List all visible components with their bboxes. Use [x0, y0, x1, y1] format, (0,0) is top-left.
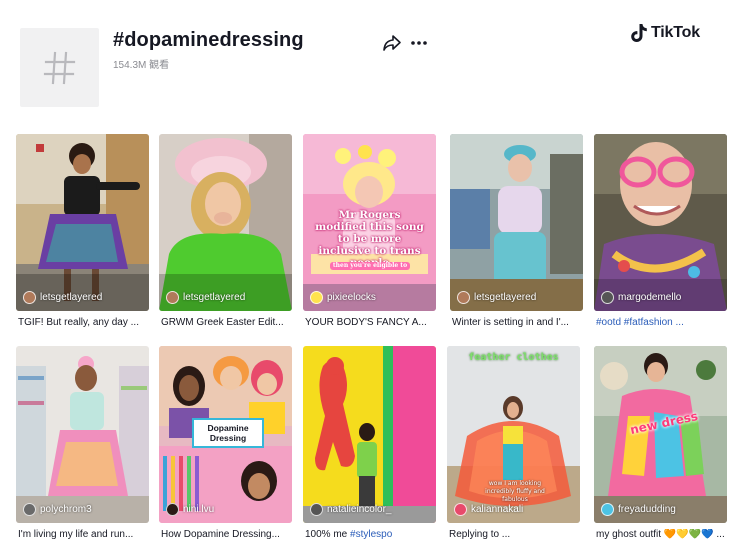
hashtag-avatar: [20, 28, 99, 107]
share-button[interactable]: [382, 33, 402, 53]
avatar: [601, 291, 614, 304]
video-caption[interactable]: YOUR BODY'S FANCY A...: [305, 317, 438, 328]
video-author[interactable]: polychrom3: [23, 503, 92, 516]
author-name: freyadudding: [618, 504, 676, 515]
video-still-image: [594, 134, 727, 311]
overlay-badge: Dopamine Dressing: [192, 418, 264, 448]
brand-name: TikTok: [651, 24, 700, 41]
video-caption[interactable]: How Dopamine Dressing...: [161, 529, 294, 540]
tag-header: #dopaminedressing 154.3M 観看 TikTok: [0, 0, 740, 120]
video-still-image: [159, 134, 292, 311]
video-overlay-text: Mr Rogers modified this song to be more …: [315, 209, 424, 269]
video-overlay-subtitle: wow I am looking incredibly fluffy and f…: [485, 480, 545, 503]
ellipsis-icon: [411, 41, 427, 45]
video-author[interactable]: pixieelocks: [310, 291, 376, 304]
video-caption[interactable]: I'm living my life and run...: [18, 529, 151, 540]
video-thumbnail[interactable]: feather clothes wow I am looking incredi…: [447, 346, 580, 523]
more-options-button[interactable]: [409, 33, 429, 53]
video-caption[interactable]: Winter is setting in and I'...: [452, 317, 585, 328]
avatar: [23, 503, 36, 516]
author-name: margodemello: [618, 292, 682, 303]
author-name: letsgetlayered: [474, 292, 537, 303]
avatar: [23, 291, 36, 304]
author-name: letsgetlayered: [183, 292, 246, 303]
author-name: natalieincolor_: [327, 504, 392, 515]
video-still-image: [450, 134, 583, 311]
video-thumbnail[interactable]: Dopamine Dressing nini.lvu: [159, 346, 292, 523]
video-thumbnail[interactable]: letsgetlayered: [16, 134, 149, 311]
video-thumbnail[interactable]: new dress freyadudding: [594, 346, 727, 523]
video-author[interactable]: freyadudding: [601, 503, 676, 516]
caption-hashtags[interactable]: #ootd #fatfashion ...: [596, 317, 684, 328]
avatar: [310, 503, 323, 516]
avatar: [310, 291, 323, 304]
video-author[interactable]: letsgetlayered: [457, 291, 536, 304]
video-caption[interactable]: TGIF! But really, any day ...: [18, 317, 151, 328]
avatar: [454, 503, 467, 516]
video-thumbnail[interactable]: Mr Rogers modified this song to be more …: [303, 134, 436, 311]
badge-text: Dopamine Dressing: [207, 423, 249, 443]
video-author[interactable]: margodemello: [601, 291, 681, 304]
video-still-image: [594, 346, 727, 523]
video-thumbnail[interactable]: letsgetlayered: [450, 134, 583, 311]
video-thumbnail[interactable]: polychrom3: [16, 346, 149, 523]
avatar: [457, 291, 470, 304]
author-name: pixieelocks: [327, 292, 376, 303]
video-still-image: [303, 346, 436, 523]
video-thumbnail[interactable]: letsgetlayered: [159, 134, 292, 311]
author-name: letsgetlayered: [40, 292, 103, 303]
video-author[interactable]: nini.lvu: [166, 503, 214, 516]
caption-hashtag[interactable]: #stylespo: [350, 529, 392, 540]
avatar: [166, 291, 179, 304]
video-still-image: [16, 346, 149, 523]
video-caption[interactable]: 100% me #stylespo: [305, 529, 438, 540]
avatar: [166, 503, 179, 516]
caption-text: 100% me: [305, 529, 351, 540]
video-overlay-subtitle: then you're eligible to: [330, 262, 410, 270]
video-caption[interactable]: my ghost outfit 🧡💛💚💙 ...: [596, 529, 729, 540]
video-author[interactable]: letsgetlayered: [23, 291, 102, 304]
video-still-image: [16, 134, 149, 311]
video-author[interactable]: natalieincolor_: [310, 503, 392, 516]
avatar: [601, 503, 614, 516]
author-name: kaliannakali: [471, 504, 524, 515]
video-thumbnail[interactable]: margodemello: [594, 134, 727, 311]
video-caption[interactable]: Replying to ...: [449, 529, 582, 540]
author-name: nini.lvu: [183, 504, 215, 515]
video-thumbnail[interactable]: natalieincolor_: [303, 346, 436, 523]
tiktok-logo[interactable]: TikTok: [630, 22, 700, 44]
video-author[interactable]: letsgetlayered: [166, 291, 245, 304]
tiktok-note-icon: [631, 24, 647, 42]
share-icon: [383, 35, 401, 51]
hash-icon: [43, 51, 75, 84]
view-count: 154.3M 観看: [113, 60, 170, 71]
video-author[interactable]: kaliannakali: [454, 503, 523, 516]
page-title: #dopaminedressing: [113, 29, 304, 51]
author-name: polychrom3: [40, 504, 92, 515]
video-caption[interactable]: #ootd #fatfashion ...: [596, 317, 729, 328]
video-caption[interactable]: GRWM Greek Easter Edit...: [161, 317, 294, 328]
video-overlay-title: feather clothes: [468, 352, 559, 363]
